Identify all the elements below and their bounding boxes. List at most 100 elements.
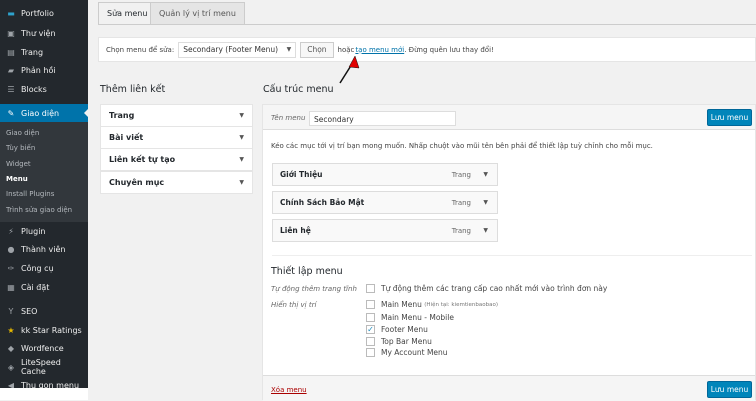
submenu-item[interactable]: Menu	[6, 175, 28, 183]
submenu-item[interactable]: Giao diện	[6, 129, 39, 137]
sidebar-item-seo[interactable]: Y SEO	[0, 302, 88, 320]
select-label: Chọn menu để sửa:	[106, 45, 175, 54]
caret-down-icon[interactable]: ▼	[483, 227, 488, 234]
checkbox-label: Tự động thêm các trang cấp cao nhất mới …	[381, 284, 608, 293]
menu-select[interactable]: Secondary (Footer Menu) ▼	[178, 41, 297, 58]
sidebar-item-plugin[interactable]: ⚡ Plugin	[0, 222, 88, 240]
sidebar-item-label: Công cụ	[21, 263, 54, 273]
sidebar-item-cài-đặt[interactable]: ▦ Cài đặt	[0, 278, 88, 296]
media-icon: ▣	[7, 28, 15, 38]
sidebar-item-label: Thành viên	[21, 244, 66, 254]
menu-item-title: Chính Sách Bảo Mật	[280, 198, 365, 207]
menu-name-input[interactable]: Secondary	[309, 111, 456, 126]
sidebar-bottom-gap	[0, 388, 88, 400]
save-menu-button-top[interactable]: Lưu menu	[707, 109, 752, 126]
accordion-categories[interactable]: Chuyên mục ▼	[100, 171, 253, 194]
checkmark-icon[interactable]: ✓	[366, 325, 375, 334]
sidebar-item-trang[interactable]: ▤ Trang	[0, 43, 88, 61]
menu-item-type: Trang	[451, 170, 471, 179]
caret-down-icon: ▼	[239, 134, 244, 141]
save-menu-button-bottom[interactable]: Lưu menu	[707, 381, 752, 398]
location-main-menu-mobile[interactable]: Main Menu - Mobile	[366, 313, 454, 322]
plugin-icon: ⚡	[8, 226, 14, 236]
sidebar-item-label: kk Star Ratings	[21, 325, 82, 335]
sidebar-item-thư-viện[interactable]: ▣ Thư viện	[0, 24, 88, 42]
checkbox[interactable]	[366, 348, 375, 357]
sidebar-item-label: Wordfence	[21, 343, 64, 353]
menu-item-title: Liên hệ	[280, 226, 311, 235]
annotation-arrow-icon	[339, 55, 360, 84]
sidebar-item-label: Blocks	[21, 84, 47, 94]
menu-item[interactable]: Chính Sách Bảo Mật Trang ▼	[272, 191, 498, 214]
checkbox[interactable]	[366, 313, 375, 322]
shield-icon: ◆	[7, 343, 15, 353]
comment-icon: ▰	[7, 65, 15, 75]
settings-title: Thiết lập menu	[271, 266, 343, 277]
menu-item[interactable]: Giới Thiệu Trang ▼	[272, 163, 498, 186]
auto-add-checkbox[interactable]: Tự động thêm các trang cấp cao nhất mới …	[366, 284, 607, 293]
sidebar-item-thành-viên[interactable]: ● Thành viên	[0, 240, 88, 258]
checkbox[interactable]	[366, 337, 375, 346]
location-main-menu[interactable]: Main Menu (Hiện tại: kiemtienbaobao)	[366, 300, 498, 309]
accordion-custom-links[interactable]: Liên kết tự tạo ▼	[100, 148, 253, 171]
checkbox-label: Footer Menu	[381, 325, 428, 334]
location-top-bar-menu[interactable]: Top Bar Menu	[366, 337, 432, 346]
delete-menu-link[interactable]: Xóa menu	[271, 386, 307, 394]
checkbox[interactable]	[366, 284, 375, 293]
sidebar-item-label: LiteSpeed Cache	[20, 358, 61, 376]
appearance-submenu: Giao diện Tùy biến Widget Menu Install Plugi…	[0, 122, 88, 222]
tab-divider	[98, 24, 756, 25]
drag-hint: Kéo các mục tới vị trí bạn mong muốn. Nh…	[271, 142, 653, 150]
sidebar-item-label: Thư viện	[21, 28, 56, 38]
divider	[272, 255, 752, 256]
sidebar-item-công-cụ[interactable]: ✑ Công cụ	[0, 259, 88, 277]
folder-icon: ▬	[7, 8, 15, 18]
sidebar-item-blocks[interactable]: ☰ Blocks	[0, 80, 88, 98]
accordion-pages[interactable]: Trang ▼	[100, 104, 253, 127]
accordion-posts[interactable]: Bài viết ▼	[100, 126, 253, 149]
brush-icon: ✎	[7, 108, 15, 118]
submenu-item[interactable]: Trình sửa giao diện	[6, 206, 72, 214]
menu-item-title: Giới Thiệu	[280, 170, 323, 179]
location-my-account-menu[interactable]: My Account Menu	[366, 348, 448, 357]
user-icon: ●	[7, 244, 15, 254]
chevron-down-icon: ▼	[286, 46, 292, 53]
structure-title: Cấu trúc menu	[263, 84, 334, 95]
sidebar-item-giao-diện[interactable]: ✎ Giao diện	[0, 104, 88, 122]
current-menu-note: (Hiện tại: kiemtienbaobao)	[424, 301, 498, 308]
tab-manage-locations[interactable]: Quản lý vị trí menu	[150, 2, 245, 24]
admin-sidebar: Giao diện Tùy biến Widget Menu Install Plugi…	[0, 0, 88, 390]
tab-edit-menu[interactable]: Sửa menu	[98, 2, 157, 24]
caret-down-icon: ▼	[239, 112, 244, 119]
checkbox[interactable]	[366, 300, 375, 309]
submenu-item[interactable]: Install Plugins	[6, 190, 54, 198]
diamond-icon: ◈	[7, 362, 15, 372]
sidebar-item-litespeed-cache[interactable]: ◈ LiteSpeed Cache	[0, 358, 88, 376]
blocks-icon: ☰	[7, 84, 15, 94]
page-icon: ▤	[7, 47, 15, 57]
yoast-icon: Y	[8, 306, 14, 316]
sidebar-item-portfolio[interactable]: ▬ Portfolio	[0, 4, 88, 22]
caret-down-icon[interactable]: ▼	[483, 199, 488, 206]
save-reminder: . Đừng quên lưu thay đổi!	[404, 45, 494, 54]
menu-header: Tên menu Secondary Lưu menu	[263, 105, 755, 130]
sidebar-item-label: Portfolio	[21, 8, 54, 18]
sidebar-item-phản-hồi[interactable]: ▰ Phản hồi	[0, 61, 88, 79]
menu-name-label: Tên menu	[271, 114, 306, 122]
sidebar-item-label: Cài đặt	[21, 282, 50, 292]
select-button[interactable]: Chọn	[300, 41, 334, 58]
checkbox-label: Top Bar Menu	[381, 337, 432, 346]
sidebar-item-wordfence[interactable]: ◆ Wordfence	[0, 339, 88, 357]
sidebar-item-kk-star-ratings[interactable]: ★ kk Star Ratings	[0, 321, 88, 339]
submenu-item[interactable]: Widget	[6, 160, 31, 168]
locations-label: Hiển thị vị trí	[271, 301, 317, 309]
submenu-item[interactable]: Tùy biến	[6, 144, 35, 152]
location-footer-menu[interactable]: ✓ Footer Menu	[366, 325, 428, 334]
menu-structure-panel: Tên menu Secondary Lưu menu Kéo các mục …	[262, 104, 756, 401]
menu-item-type: Trang	[451, 198, 471, 207]
menu-item[interactable]: Liên hệ Trang ▼	[272, 219, 498, 242]
caret-down-icon: ▼	[239, 156, 244, 163]
caret-down-icon[interactable]: ▼	[483, 171, 488, 178]
sidebar-item-label: Plugin	[21, 226, 46, 236]
star-icon: ★	[7, 325, 15, 335]
